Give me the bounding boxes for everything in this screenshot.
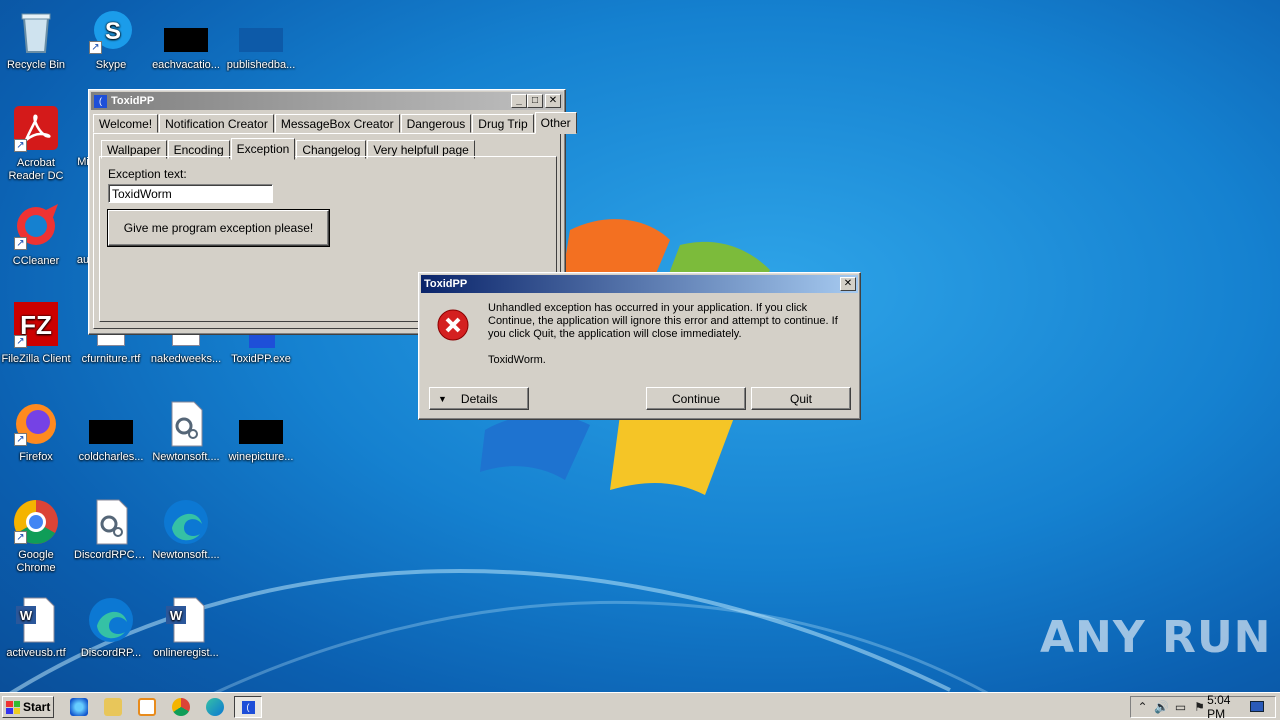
error-dialog-title: ToxidPP (424, 278, 468, 290)
firefox-icon: ↗ (12, 400, 60, 448)
chrome-taskbar-icon[interactable] (172, 698, 190, 716)
edge-taskbar-icon[interactable] (206, 698, 224, 716)
desktop-icon-activeusb[interactable]: W activeusb.rtf (0, 596, 74, 660)
acrobat-icon: ↗ (12, 106, 60, 154)
desktop-icon-firefox[interactable]: ↗ Firefox (0, 400, 74, 464)
media-player-icon[interactable] (138, 698, 156, 716)
exception-text-input[interactable]: ToxidWorm (108, 184, 273, 203)
tab-other[interactable]: Other (534, 112, 577, 134)
quit-button[interactable]: Quit (751, 387, 851, 410)
main-window-title: ToxidPP (111, 95, 155, 107)
details-button-label: Details (460, 391, 498, 406)
desktop-icon-acrobat[interactable]: ↗ Acrobat Reader DC (0, 106, 74, 183)
desktop-icon-recycle-bin[interactable]: Recycle Bin (0, 8, 74, 72)
tab-dangerous[interactable]: Dangerous (400, 114, 472, 133)
explorer-folder-icon[interactable] (104, 698, 122, 716)
windows-flag-icon (6, 700, 20, 714)
desktop-icon-newtonsoft-1[interactable]: Newtonsoft.... (148, 400, 224, 464)
svg-text:W: W (20, 608, 33, 623)
minimize-button[interactable]: _ (511, 94, 527, 108)
chrome-icon: ↗ (12, 498, 60, 546)
redacted-thumbnail (239, 28, 283, 52)
desktop-icon-chrome[interactable]: ↗ Google Chrome (0, 498, 74, 575)
taskbar-toxidpp-button[interactable]: ( (234, 696, 262, 718)
maximize-button[interactable]: □ (527, 94, 543, 108)
desktop-icon-filezilla[interactable]: FZ ↗ FileZilla Client (0, 302, 74, 366)
word-document-icon: W (12, 596, 60, 644)
give-exception-button[interactable]: Give me program exception please! (107, 209, 330, 247)
desktop-icon-discordrp[interactable]: DiscordRP... (73, 596, 149, 660)
error-dialog-titlebar[interactable]: ToxidPP ✕ (421, 275, 858, 293)
desktop-icon-coldcharles[interactable]: coldcharles... (73, 400, 149, 464)
edge-icon (162, 498, 210, 546)
ie-icon[interactable] (70, 698, 88, 716)
main-window-titlebar[interactable]: ( ToxidPP _ □ ✕ (91, 92, 563, 110)
desktop-icon-publishedba[interactable]: publishedba... (223, 8, 299, 72)
tab-exception[interactable]: Exception (230, 138, 296, 160)
start-label: Start (23, 700, 51, 714)
error-dialog[interactable]: ToxidPP ✕ Unhandled exception has occurr… (418, 272, 861, 420)
exception-text-label: Exception text: (108, 167, 187, 181)
ccleaner-icon: ↗ (12, 204, 60, 252)
tab-notification-creator[interactable]: Notification Creator (159, 114, 274, 133)
error-message: Unhandled exception has occurred in your… (488, 302, 838, 340)
error-detail-text: ToxidWorm. (488, 354, 546, 366)
desktop-icon-skype[interactable]: S ↗ Skype (73, 8, 149, 72)
skype-icon: S ↗ (87, 8, 135, 56)
tab-drug-trip[interactable]: Drug Trip (472, 114, 534, 133)
desktop-icon-ccleaner[interactable]: ↗ CCleaner (0, 204, 74, 268)
dialog-close-button[interactable]: ✕ (840, 277, 856, 291)
svg-text:S: S (105, 18, 121, 45)
triangle-down-icon: ▼ (438, 393, 447, 404)
flag-icon[interactable]: ⚑ (1192, 700, 1207, 714)
svg-text:W: W (170, 608, 183, 623)
dll-file-icon (87, 498, 135, 546)
taskbar: Start ( ⌃ 🔊 ▭ ⚑ 5:04 PM (0, 692, 1280, 720)
details-button[interactable]: ▼ Details (429, 387, 529, 410)
toxidpp-app-icon: ( (94, 94, 107, 108)
filezilla-icon: FZ ↗ (12, 302, 60, 350)
redacted-thumbnail (239, 420, 283, 444)
toxidpp-app-icon: ( (241, 701, 255, 714)
edge-icon (87, 596, 135, 644)
desktop-icon-eachvacation[interactable]: eachvacatio... (148, 8, 224, 72)
error-icon (437, 309, 469, 344)
continue-button[interactable]: Continue (646, 387, 746, 410)
desktop-icon-discordrpc-dll[interactable]: DiscordRPC.dll (73, 498, 149, 562)
desktop-icon-winepicture[interactable]: winepicture... (223, 400, 299, 464)
show-desktop-icon[interactable] (1250, 701, 1264, 712)
anyrun-watermark: ANY RUN (1040, 612, 1272, 663)
desktop-icon-onlineregist[interactable]: W onlineregist... (148, 596, 224, 660)
tab-welcome[interactable]: Welcome! (93, 114, 159, 133)
dll-file-icon (162, 400, 210, 448)
redacted-thumbnail (89, 420, 133, 444)
volume-icon[interactable]: 🔊 (1154, 700, 1169, 714)
start-button[interactable]: Start (2, 696, 54, 718)
word-document-icon: W (162, 596, 210, 644)
close-button[interactable]: ✕ (545, 94, 561, 108)
redacted-thumbnail (164, 28, 208, 52)
top-tab-strip: Welcome! Notification Creator MessageBox… (93, 111, 578, 134)
tab-messagebox-creator[interactable]: MessageBox Creator (274, 114, 400, 133)
network-icon[interactable]: ▭ (1173, 700, 1188, 714)
recycle-bin-icon (12, 8, 60, 56)
chevron-up-icon[interactable]: ⌃ (1135, 700, 1150, 714)
clock[interactable]: 5:04 PM (1207, 693, 1249, 720)
desktop-icon-newtonsoft-2[interactable]: Newtonsoft.... (148, 498, 224, 562)
